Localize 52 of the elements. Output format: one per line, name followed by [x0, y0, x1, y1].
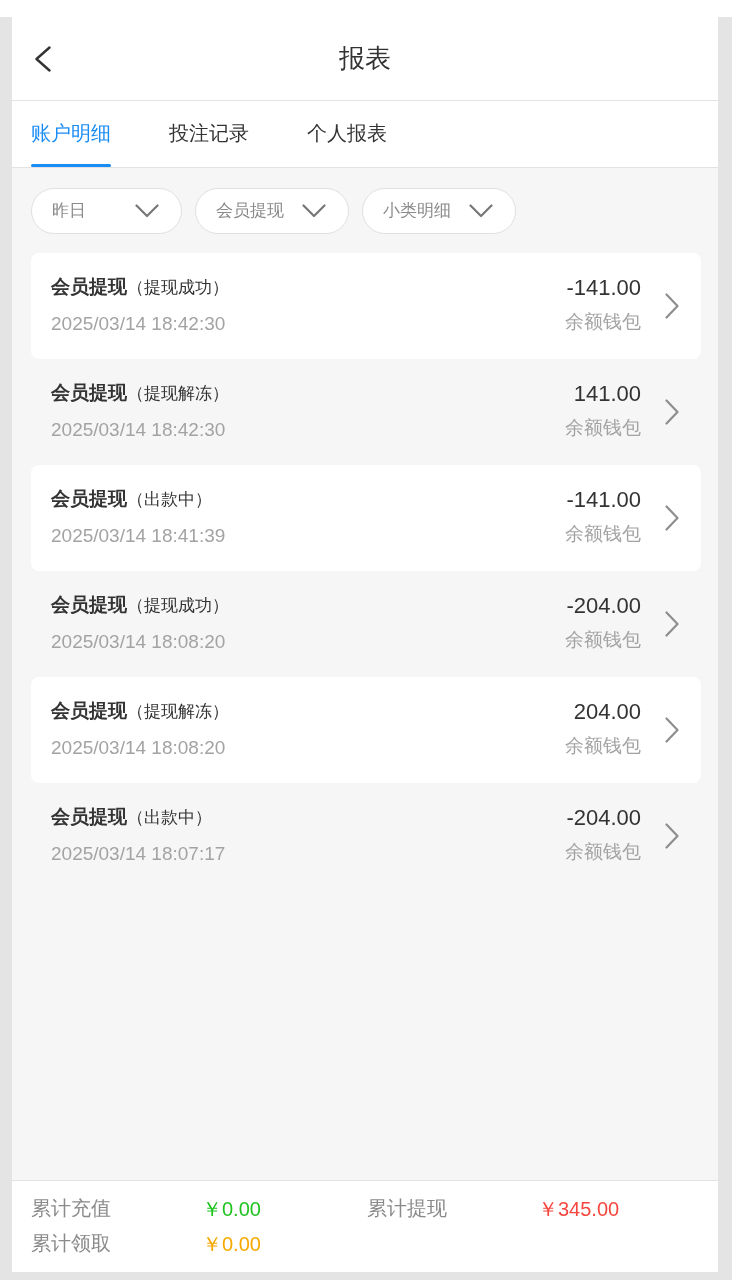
wallet-name: 余额钱包 [565, 522, 641, 547]
transaction-time: 2025/03/14 18:42:30 [51, 312, 227, 337]
transaction-amount: -141.00 [566, 275, 641, 302]
transaction-time: 2025/03/14 18:07:17 [51, 842, 227, 867]
chevron-right-icon [665, 823, 679, 849]
transaction-amount: 204.00 [573, 699, 641, 726]
transaction-title: 会员提现（提现成功） [51, 275, 230, 300]
transaction-amount: -204.00 [566, 593, 641, 620]
summary-label: 累计充值 [31, 1195, 112, 1221]
transaction-row[interactable]: 会员提现（提现成功） 2025/03/14 18:08:20 -204.00 余额钱包 [31, 571, 701, 677]
transaction-time: 2025/03/14 18:08:20 [51, 736, 227, 761]
transaction-amount: -141.00 [566, 487, 641, 514]
transaction-time: 2025/03/14 18:41:39 [51, 524, 227, 549]
page-title: 报表 [339, 42, 391, 75]
chevron-down-icon [135, 204, 159, 218]
transaction-title: 会员提现（提现解冻） [51, 381, 230, 406]
chevron-down-icon [302, 204, 326, 218]
chevron-right-icon [665, 717, 679, 743]
summary-label: 累计提现 [367, 1195, 448, 1221]
wallet-name: 余额钱包 [565, 628, 641, 653]
chevron-left-icon [35, 45, 51, 72]
filter-dropdown[interactable]: 会员提现 [195, 188, 349, 234]
summary-label: 累计领取 [31, 1230, 112, 1256]
transaction-title: 会员提现（出款中） [51, 805, 213, 830]
wallet-name: 余额钱包 [565, 310, 641, 335]
transaction-amount: -204.00 [566, 805, 641, 832]
transaction-row[interactable]: 会员提现（提现解冻） 2025/03/14 18:42:30 141.00 余额钱包 [31, 359, 701, 465]
transaction-time: 2025/03/14 18:08:20 [51, 630, 227, 655]
transaction-title: 会员提现（出款中） [51, 487, 213, 512]
summary-value: ￥345.00 [538, 1196, 620, 1222]
transaction-title: 会员提现（提现成功） [51, 593, 230, 618]
transaction-row[interactable]: 会员提现（出款中） 2025/03/14 18:41:39 -141.00 余额钱包 [31, 465, 701, 571]
transaction-title: 会员提现（提现解冻） [51, 699, 230, 724]
summary-value: ￥0.00 [202, 1196, 261, 1222]
transaction-row[interactable]: 会员提现（提现成功） 2025/03/14 18:42:30 -141.00 余额钱包 [31, 253, 701, 359]
summary-value: ￥0.00 [202, 1231, 261, 1257]
chevron-right-icon [665, 399, 679, 425]
transaction-time: 2025/03/14 18:42:30 [51, 418, 227, 443]
transaction-row[interactable]: 会员提现（出款中） 2025/03/14 18:07:17 -204.00 余额钱包 [31, 783, 701, 889]
chevron-right-icon [665, 505, 679, 531]
chevron-right-icon [665, 611, 679, 637]
transaction-row[interactable]: 会员提现（提现解冻） 2025/03/14 18:08:20 204.00 余额钱包 [31, 677, 701, 783]
chevron-right-icon [665, 293, 679, 319]
tab[interactable]: 投注记录 [169, 101, 249, 167]
chevron-down-icon [469, 204, 493, 218]
wallet-name: 余额钱包 [565, 416, 641, 441]
filter-dropdown[interactable]: 昨日 [31, 188, 182, 234]
wallet-name: 余额钱包 [565, 734, 641, 759]
transaction-amount: 141.00 [573, 381, 641, 408]
wallet-name: 余额钱包 [565, 840, 641, 865]
filter-dropdown[interactable]: 小类明细 [362, 188, 516, 234]
tab[interactable]: 个人报表 [307, 101, 387, 167]
